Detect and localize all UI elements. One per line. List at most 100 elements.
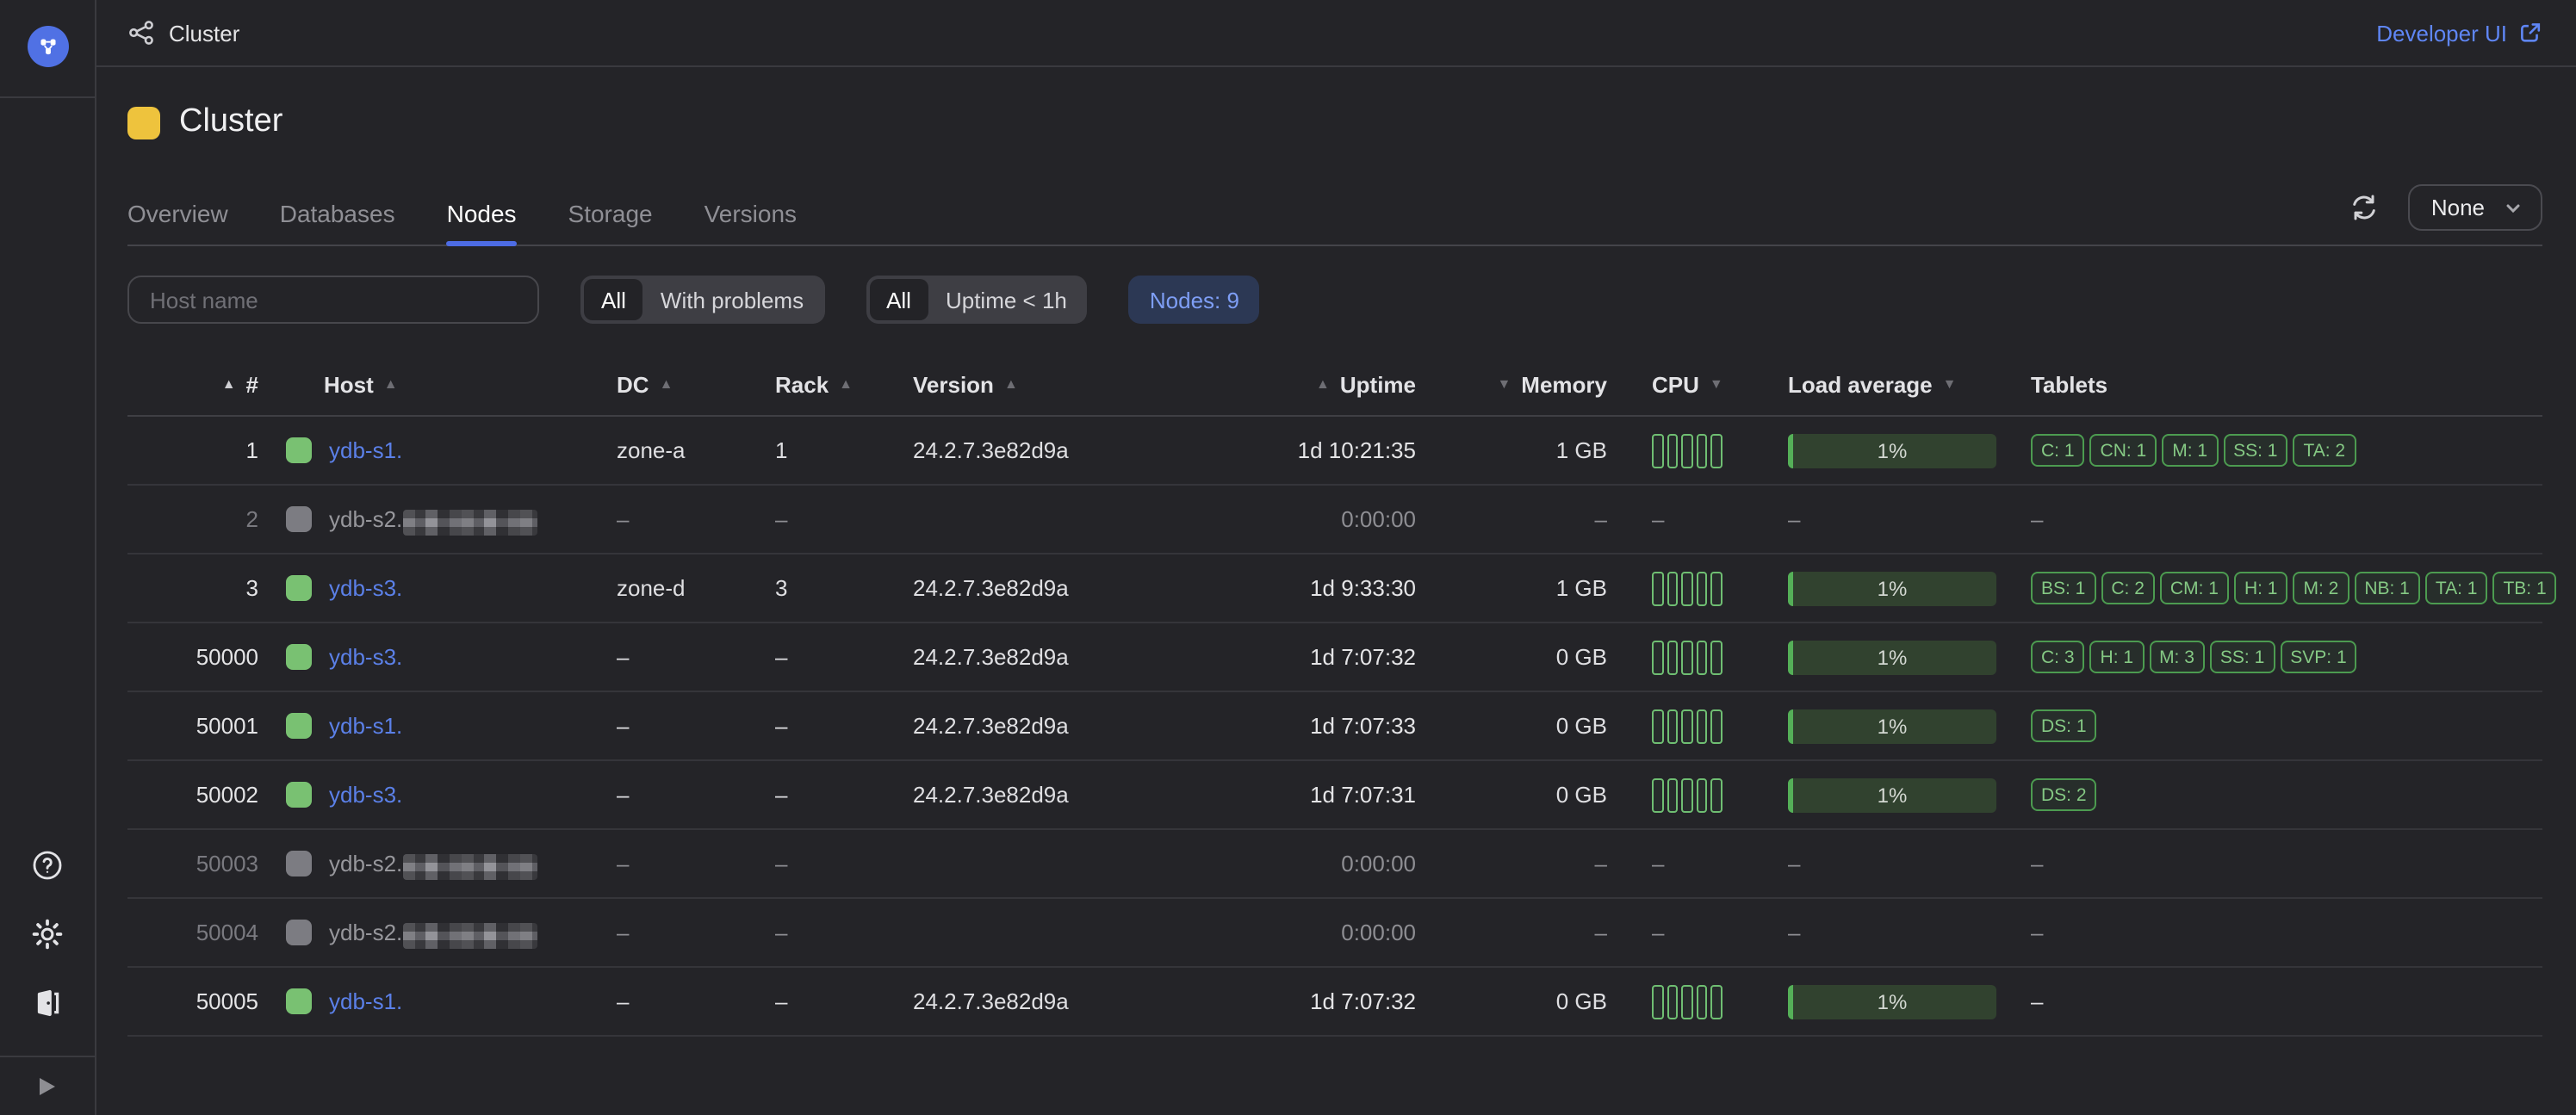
filters-row: All With problems All Uptime < 1h Nodes:… xyxy=(127,276,2542,324)
load-average-cell: 1% xyxy=(1740,640,2015,674)
tablet-badge[interactable]: TB: 1 xyxy=(2492,572,2556,604)
dc-cell: – xyxy=(596,506,754,532)
uptime-filter-lt-1h[interactable]: Uptime < 1h xyxy=(928,279,1084,320)
host-name: ydb-s1. xyxy=(329,713,402,739)
problem-filter-all[interactable]: All xyxy=(584,279,643,320)
node-status-indicator xyxy=(286,782,312,808)
host-link[interactable]: ydb-s3. xyxy=(329,644,547,670)
host-link[interactable]: ydb-s3. xyxy=(329,575,547,601)
host-censored-blur xyxy=(402,854,537,880)
host-censored-blur xyxy=(402,785,547,811)
load-average-cell: – xyxy=(1740,851,2015,877)
load-average-cell: 1% xyxy=(1740,777,2015,812)
column-header-host[interactable]: Host ▲ xyxy=(258,372,596,398)
table-row: 50000 ydb-s3. – – 24.2.7.3e82d9a 1d 7:07… xyxy=(127,623,2542,692)
settings-button[interactable] xyxy=(30,917,65,951)
dc-cell: – xyxy=(596,920,754,945)
memory-cell: 0 GB xyxy=(1426,782,1607,808)
dc-cell: zone-a xyxy=(596,437,754,463)
host-name-filter-input[interactable] xyxy=(127,276,539,324)
column-header-rack[interactable]: Rack ▲ xyxy=(754,372,861,398)
tablet-badge[interactable]: DS: 2 xyxy=(2031,778,2097,811)
cpu-cell: – xyxy=(1607,920,1740,945)
tablet-badge[interactable]: C: 3 xyxy=(2031,641,2085,673)
tablet-badge[interactable]: TA: 2 xyxy=(2293,434,2356,467)
uptime-cell: 1d 7:07:32 xyxy=(1206,988,1426,1014)
developer-ui-link[interactable]: Developer UI xyxy=(2376,20,2542,46)
ydb-logo-button[interactable] xyxy=(27,26,68,67)
host-link[interactable]: ydb-s1. xyxy=(329,713,547,739)
column-header-cpu[interactable]: CPU ▼ xyxy=(1607,372,1740,398)
cpu-cell xyxy=(1607,640,1740,674)
tablet-badge[interactable]: H: 1 xyxy=(2090,641,2145,673)
breadcrumb[interactable]: Cluster xyxy=(127,19,239,46)
tablet-badge[interactable]: SS: 1 xyxy=(2210,641,2275,673)
uptime-cell: 1d 9:33:30 xyxy=(1206,575,1426,601)
tablet-badge[interactable]: CN: 1 xyxy=(2090,434,2157,467)
tab-storage[interactable]: Storage xyxy=(568,183,653,245)
tablet-badge[interactable]: M: 3 xyxy=(2149,641,2205,673)
tablet-badge[interactable]: C: 1 xyxy=(2031,434,2085,467)
cpu-core-bar xyxy=(1667,984,1678,1019)
column-header-uptime[interactable]: ▲ Uptime xyxy=(1206,372,1426,398)
tablet-badge[interactable]: H: 1 xyxy=(2234,572,2288,604)
host-censored-blur xyxy=(402,579,547,604)
cpu-core-bar xyxy=(1681,709,1692,743)
host-cell: ydb-s1. xyxy=(258,988,596,1014)
tab-overview[interactable]: Overview xyxy=(127,183,228,245)
host-link: ydb-s2. xyxy=(329,506,537,532)
help-button[interactable] xyxy=(30,848,65,883)
refresh-button[interactable] xyxy=(2343,187,2385,228)
cpu-usage-bars xyxy=(1652,640,1722,674)
tablet-badge[interactable]: SVP: 1 xyxy=(2280,641,2356,673)
dc-cell: – xyxy=(596,644,754,670)
sidebar-expand-button[interactable] xyxy=(0,1056,95,1115)
node-id: 50003 xyxy=(127,851,258,877)
tablet-badge[interactable]: DS: 1 xyxy=(2031,709,2097,742)
load-average-cell: – xyxy=(1740,506,2015,532)
uptime-cell: 0:00:00 xyxy=(1206,920,1426,945)
memory-cell: – xyxy=(1426,506,1607,532)
tab-databases[interactable]: Databases xyxy=(280,183,395,245)
load-average-fill xyxy=(1788,777,1793,812)
host-name: ydb-s1. xyxy=(329,988,402,1014)
cpu-core-bar xyxy=(1681,984,1692,1019)
host-name: ydb-s1. xyxy=(329,437,402,463)
tab-versions[interactable]: Versions xyxy=(705,183,797,245)
column-header-memory[interactable]: ▼ Memory xyxy=(1426,372,1607,398)
node-id: 1 xyxy=(127,437,258,463)
cpu-core-bar xyxy=(1696,433,1707,468)
autorefresh-select[interactable]: None xyxy=(2409,184,2542,231)
version-cell: 24.2.7.3e82d9a xyxy=(861,988,1206,1014)
tablet-badge[interactable]: SS: 1 xyxy=(2223,434,2287,467)
tablet-badge[interactable]: M: 2 xyxy=(2293,572,2349,604)
load-average-cell: 1% xyxy=(1740,433,2015,468)
tab-nodes[interactable]: Nodes xyxy=(447,183,517,245)
host-link[interactable]: ydb-s1. xyxy=(329,988,547,1014)
tablet-badge[interactable]: M: 1 xyxy=(2162,434,2218,467)
column-header-version[interactable]: Version ▲ xyxy=(861,372,1206,398)
host-link[interactable]: ydb-s3. xyxy=(329,782,547,808)
uptime-filter-all[interactable]: All xyxy=(869,279,928,320)
node-id: 50005 xyxy=(127,988,258,1014)
column-header-load-average[interactable]: Load average ▼ xyxy=(1740,372,2015,398)
tablet-badge[interactable]: NB: 1 xyxy=(2354,572,2420,604)
tablet-badge[interactable]: BS: 1 xyxy=(2031,572,2095,604)
logout-button[interactable] xyxy=(30,986,65,1020)
cpu-core-bar xyxy=(1696,571,1707,605)
nodes-count-chip[interactable]: Nodes: 9 xyxy=(1129,276,1260,324)
tablet-badge[interactable]: CM: 1 xyxy=(2160,572,2229,604)
cpu-core-bar xyxy=(1652,709,1663,743)
version-cell: 24.2.7.3e82d9a xyxy=(861,782,1206,808)
problem-filter-with-problems[interactable]: With problems xyxy=(643,279,821,320)
tablet-badge[interactable]: TA: 1 xyxy=(2425,572,2488,604)
rack-cell: 1 xyxy=(754,437,861,463)
table-row: 50004 ydb-s2. – – 0:00:00 – – – – xyxy=(127,899,2542,968)
host-link[interactable]: ydb-s1. xyxy=(329,437,547,463)
tablet-badge[interactable]: C: 2 xyxy=(2101,572,2155,604)
column-header-number[interactable]: ▲ # xyxy=(127,372,258,398)
column-header-dc[interactable]: DC ▲ xyxy=(596,372,754,398)
breadcrumb-label: Cluster xyxy=(169,20,239,46)
host-censored-blur xyxy=(402,510,537,536)
cpu-core-bar xyxy=(1652,571,1663,605)
